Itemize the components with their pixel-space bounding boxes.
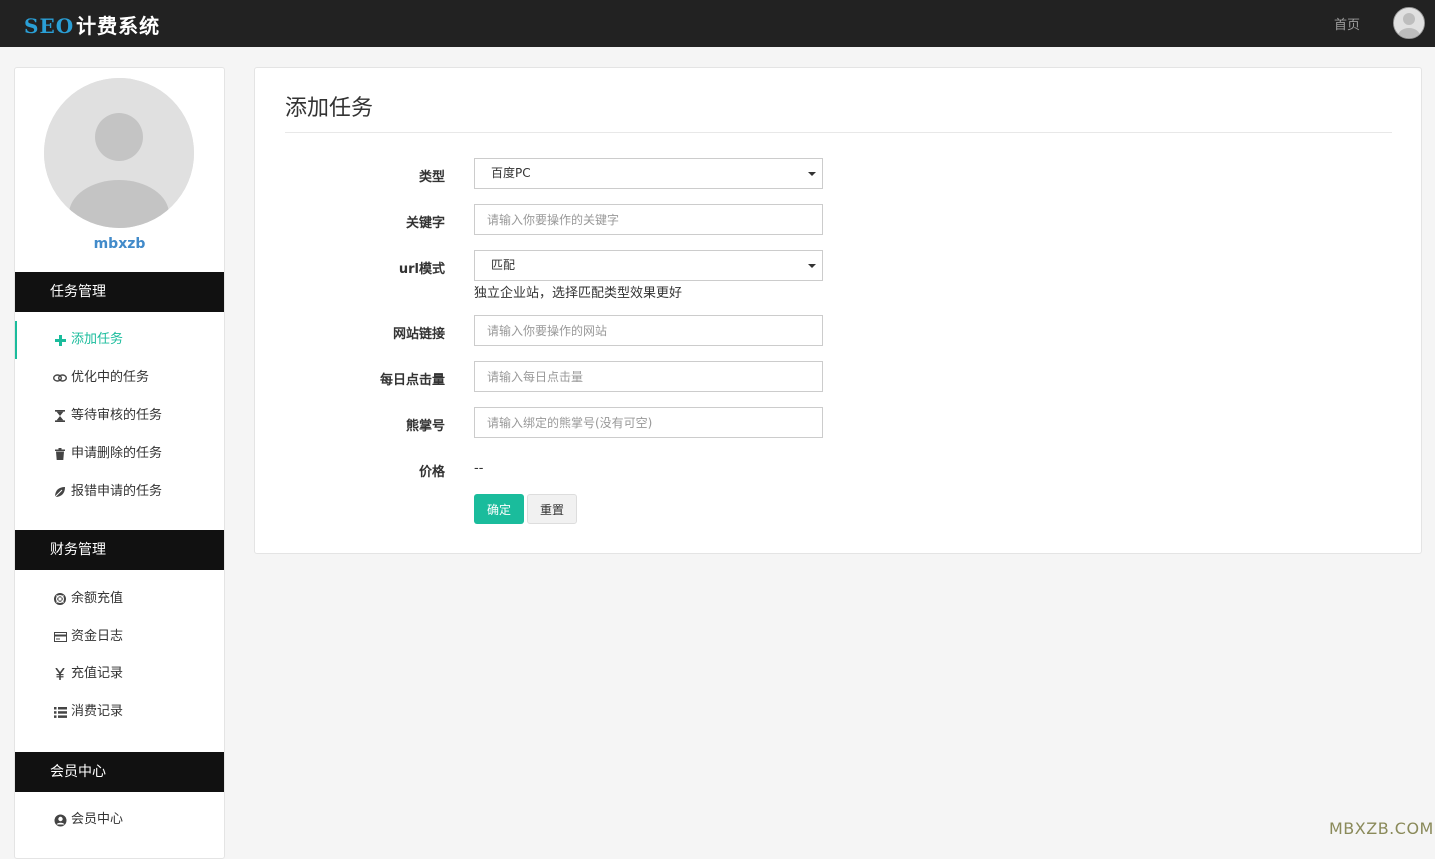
main-panel: 添加任务 类型 百度PC 关键字 url模式 匹配 独立企业站，选择匹配类型效果… — [254, 67, 1422, 554]
sidebar-item-recharge[interactable]: 余额充值 — [15, 580, 224, 618]
submit-button[interactable]: 确定 — [474, 494, 524, 524]
sidebar-item-pending-review[interactable]: 等待审核的任务 — [15, 397, 224, 435]
sidebar-item-label: 申请删除的任务 — [71, 446, 163, 461]
keyword-label: 关键字 — [405, 216, 445, 231]
sidebar-item-label: 优化中的任务 — [71, 370, 150, 385]
sidebar-item-consumption-records[interactable]: 消费记录 — [15, 693, 224, 731]
section-header-task-management: 任务管理 — [15, 272, 224, 312]
section-header-finance: 财务管理 — [15, 530, 224, 570]
sidebar-item-label: 余额充值 — [71, 591, 124, 606]
credit-card-icon — [53, 630, 67, 644]
nav-home-link[interactable]: 首页 — [1334, 14, 1360, 33]
sidebar-item-error-reports[interactable]: 报错申请的任务 — [15, 473, 224, 511]
sidebar-item-member-center[interactable]: 会员中心 — [15, 801, 224, 839]
type-label: 类型 — [418, 170, 445, 185]
sidebar-item-label: 报错申请的任务 — [71, 484, 163, 499]
keyword-input[interactable] — [474, 204, 823, 235]
logo-title-text: 计费系统 — [76, 14, 161, 38]
watermark: MBXZB.COM — [1329, 819, 1434, 838]
daily-clicks-label: 每日点击量 — [379, 373, 445, 388]
bear-paw-id-label: 熊掌号 — [405, 419, 445, 434]
sidebar-item-recharge-records[interactable]: 充值记录 — [15, 655, 224, 693]
sidebar-item-label: 添加任务 — [71, 332, 124, 347]
yen-icon — [53, 667, 67, 681]
url-mode-help-text: 独立企业站，选择匹配类型效果更好 — [474, 286, 683, 301]
chevron-down-icon — [808, 264, 816, 268]
sidebar-item-label: 资金日志 — [71, 629, 124, 644]
daily-clicks-input[interactable] — [474, 361, 823, 392]
section-header-member-center: 会员中心 — [15, 752, 224, 792]
sidebar-item-optimizing-tasks[interactable]: 优化中的任务 — [15, 359, 224, 397]
profile-username[interactable]: mbxzb — [15, 236, 224, 252]
sidebar-item-delete-requests[interactable]: 申请删除的任务 — [15, 435, 224, 473]
profile-avatar-icon — [44, 78, 194, 228]
price-value: -- — [474, 461, 484, 476]
url-mode-select-value: 匹配 — [491, 258, 516, 272]
url-mode-select[interactable]: 匹配 — [474, 250, 823, 281]
user-circle-icon — [53, 813, 67, 827]
plus-icon — [53, 333, 67, 347]
sidebar: mbxzb 任务管理 添加任务 优化中的任务 等待审核的任务 申请删除的任务 报… — [14, 67, 225, 859]
chevron-down-icon — [808, 172, 816, 176]
sidebar-item-fund-log[interactable]: 资金日志 — [15, 618, 224, 656]
type-select-value: 百度PC — [491, 166, 531, 180]
user-avatar-icon[interactable] — [1393, 7, 1425, 39]
price-label: 价格 — [418, 465, 445, 480]
logo-seo-text: SEO — [24, 14, 75, 38]
leaf-icon — [53, 485, 67, 499]
url-mode-label: url模式 — [398, 262, 445, 277]
site-url-input[interactable] — [474, 315, 823, 346]
bear-paw-id-input[interactable] — [474, 407, 823, 438]
reset-button[interactable]: 重置 — [527, 494, 577, 524]
sidebar-item-label: 充值记录 — [71, 666, 124, 681]
title-divider — [285, 132, 1392, 133]
type-select[interactable]: 百度PC — [474, 158, 823, 189]
top-navbar: SEO 计费系统 首页 — [0, 0, 1435, 47]
trash-icon — [53, 447, 67, 461]
sidebar-item-add-task[interactable]: 添加任务 — [15, 321, 224, 359]
link-icon — [53, 371, 67, 385]
page-title: 添加任务 — [285, 96, 374, 121]
site-url-label: 网站链接 — [392, 327, 445, 342]
hourglass-icon — [53, 409, 67, 423]
sidebar-item-label: 会员中心 — [71, 812, 124, 827]
sidebar-item-label: 消费记录 — [71, 704, 124, 719]
list-icon — [53, 705, 67, 719]
sidebar-item-label: 等待审核的任务 — [71, 408, 163, 423]
app-logo[interactable]: SEO 计费系统 — [24, 10, 160, 39]
lifebuoy-icon — [53, 592, 67, 606]
